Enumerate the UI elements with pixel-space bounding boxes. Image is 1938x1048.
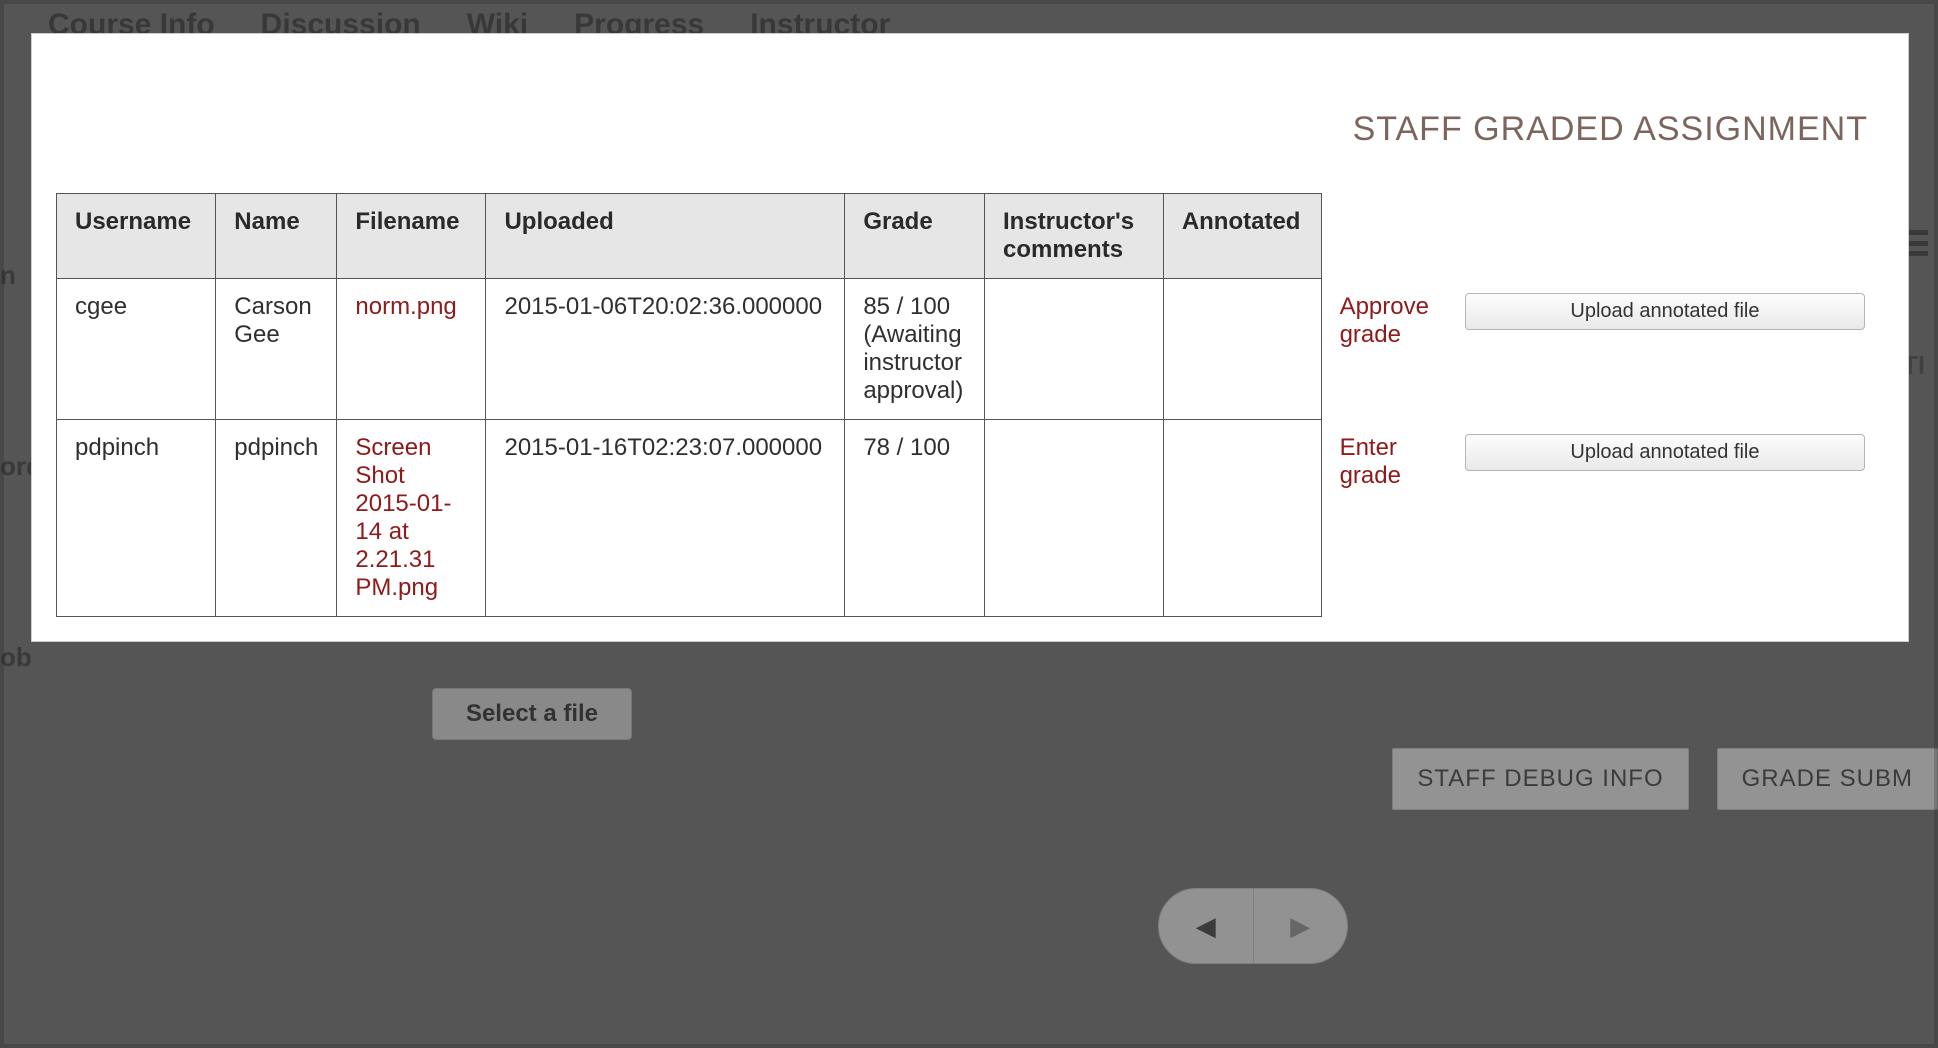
cell-uploaded: 2015-01-06T20:02:36.000000 [486,279,845,420]
dialog-title: STAFF GRADED ASSIGNMENT [56,110,1868,149]
filename-link[interactable]: Screen Shot 2015-01-14 at 2.21.31 PM.png [355,434,451,601]
select-file-button[interactable]: Select a file [432,688,632,740]
pager-prev-icon[interactable]: ◀ [1159,889,1253,963]
staff-graded-assignment-dialog: STAFF GRADED ASSIGNMENT Username Name Fi… [32,34,1908,641]
sidebar-text: n [0,260,30,291]
enter-grade-link[interactable]: Enter grade [1340,434,1401,489]
cell-grade: 78 / 100 [845,420,985,617]
cell-name: pdpinch [216,420,337,617]
table-row: cgee Carson Gee norm.png 2015-01-06T20:0… [57,279,1884,420]
upload-annotated-file-button[interactable]: Upload annotated file [1465,293,1865,330]
col-annotated: Annotated [1163,194,1321,279]
col-name: Name [216,194,337,279]
approve-grade-link[interactable]: Approve grade [1340,293,1429,348]
sidebar-text: ob [0,642,30,673]
sidebar-fragment: n ord ob [0,220,30,820]
grade-submissions-button[interactable]: GRADE SUBM [1717,748,1938,810]
cell-comments [985,279,1164,420]
col-comments: Instructor's comments [985,194,1164,279]
cell-grade: 85 / 100 (Awaiting instructor approval) [845,279,985,420]
cell-comments [985,420,1164,617]
cell-username: cgee [57,279,216,420]
col-username: Username [57,194,216,279]
cell-name: Carson Gee [216,279,337,420]
pager: ◀ ▶ [1158,888,1348,964]
col-filename: Filename [337,194,486,279]
staff-debug-info-button[interactable]: STAFF DEBUG INFO [1392,748,1688,810]
col-uploaded: Uploaded [486,194,845,279]
upload-annotated-file-button[interactable]: Upload annotated file [1465,434,1865,471]
cell-uploaded: 2015-01-16T02:23:07.000000 [486,420,845,617]
cell-annotated [1163,279,1321,420]
table-header-row: Username Name Filename Uploaded Grade In… [57,194,1884,279]
table-row: pdpinch pdpinch Screen Shot 2015-01-14 a… [57,420,1884,617]
submissions-table: Username Name Filename Uploaded Grade In… [56,193,1884,617]
pager-next-icon[interactable]: ▶ [1254,889,1348,963]
sidebar-text: ord [0,451,30,482]
cell-annotated [1163,420,1321,617]
filename-link[interactable]: norm.png [355,293,456,320]
cell-username: pdpinch [57,420,216,617]
col-grade: Grade [845,194,985,279]
